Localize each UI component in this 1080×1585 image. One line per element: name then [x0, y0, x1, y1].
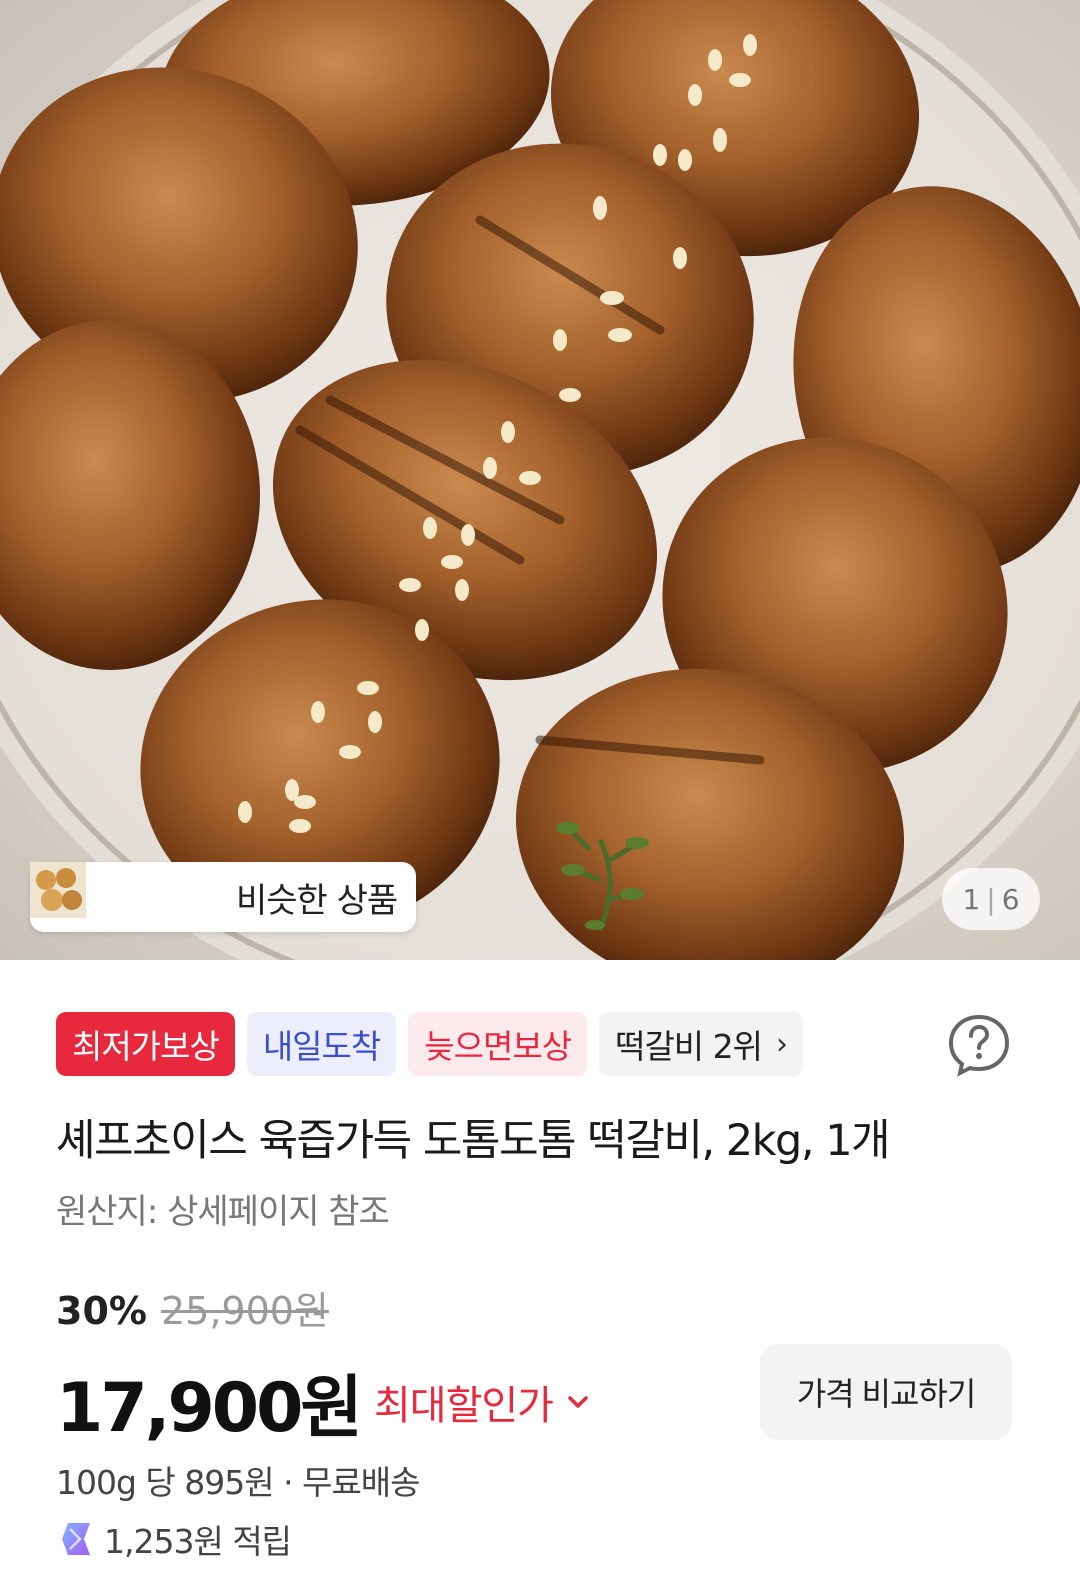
product-image[interactable]: 비슷한 상품 1 | 6	[0, 0, 1080, 960]
sale-price: 17,900원	[56, 1369, 363, 1448]
similar-products-button[interactable]: 비슷한 상품	[30, 862, 416, 932]
product-title: 셰프초이스 육즙가득 도톰도톰 떡갈비, 2kg, 1개	[56, 1116, 891, 1166]
max-discount-toggle[interactable]: 최대할인가	[374, 1373, 554, 1431]
chevron-right-icon: ›	[776, 1026, 788, 1062]
reward-row: 1,253원 적립	[56, 1515, 292, 1563]
similar-thumb-3	[30, 862, 220, 925]
price-row: 17,900원 최대할인가	[56, 1352, 591, 1451]
help-icon[interactable]	[946, 1012, 1012, 1078]
pager-separator: |	[986, 882, 996, 916]
category-ranking-badge[interactable]: 떡갈비 2위 ›	[599, 1012, 804, 1076]
lowest-price-badge[interactable]: 최저가보상	[56, 1012, 235, 1076]
late-delivery-compensation-badge[interactable]: 늦으면보상	[408, 1012, 588, 1076]
pager-current: 1	[962, 882, 981, 916]
price-compare-button[interactable]: 가격 비교하기	[760, 1344, 1012, 1440]
pager-total: 6	[1001, 882, 1020, 916]
image-pager: 1 | 6	[942, 868, 1040, 930]
category-ranking-label: 떡갈비 2위	[615, 1027, 763, 1066]
unit-price-shipping: 100g 당 895원 · 무료배송	[56, 1463, 421, 1502]
meatballs-photo	[0, 0, 1080, 960]
product-origin: 원산지: 상세페이지 참조	[56, 1192, 390, 1232]
reward-points-icon	[62, 1523, 90, 1555]
badge-row: 최저가보상 내일도착 늦으면보상 떡갈비 2위 ›	[56, 1012, 804, 1076]
discount-row: 30% 25,900원	[56, 1280, 329, 1335]
next-day-delivery-badge[interactable]: 내일도착	[246, 1012, 397, 1076]
discount-percent: 30%	[56, 1289, 147, 1333]
similar-thumb-2	[30, 862, 158, 925]
chevron-down-icon[interactable]	[565, 1389, 591, 1415]
reward-points: 1,253원 적립	[104, 1522, 292, 1561]
original-price: 25,900원	[160, 1289, 329, 1333]
similar-products-label: 비슷한 상품	[236, 880, 398, 921]
